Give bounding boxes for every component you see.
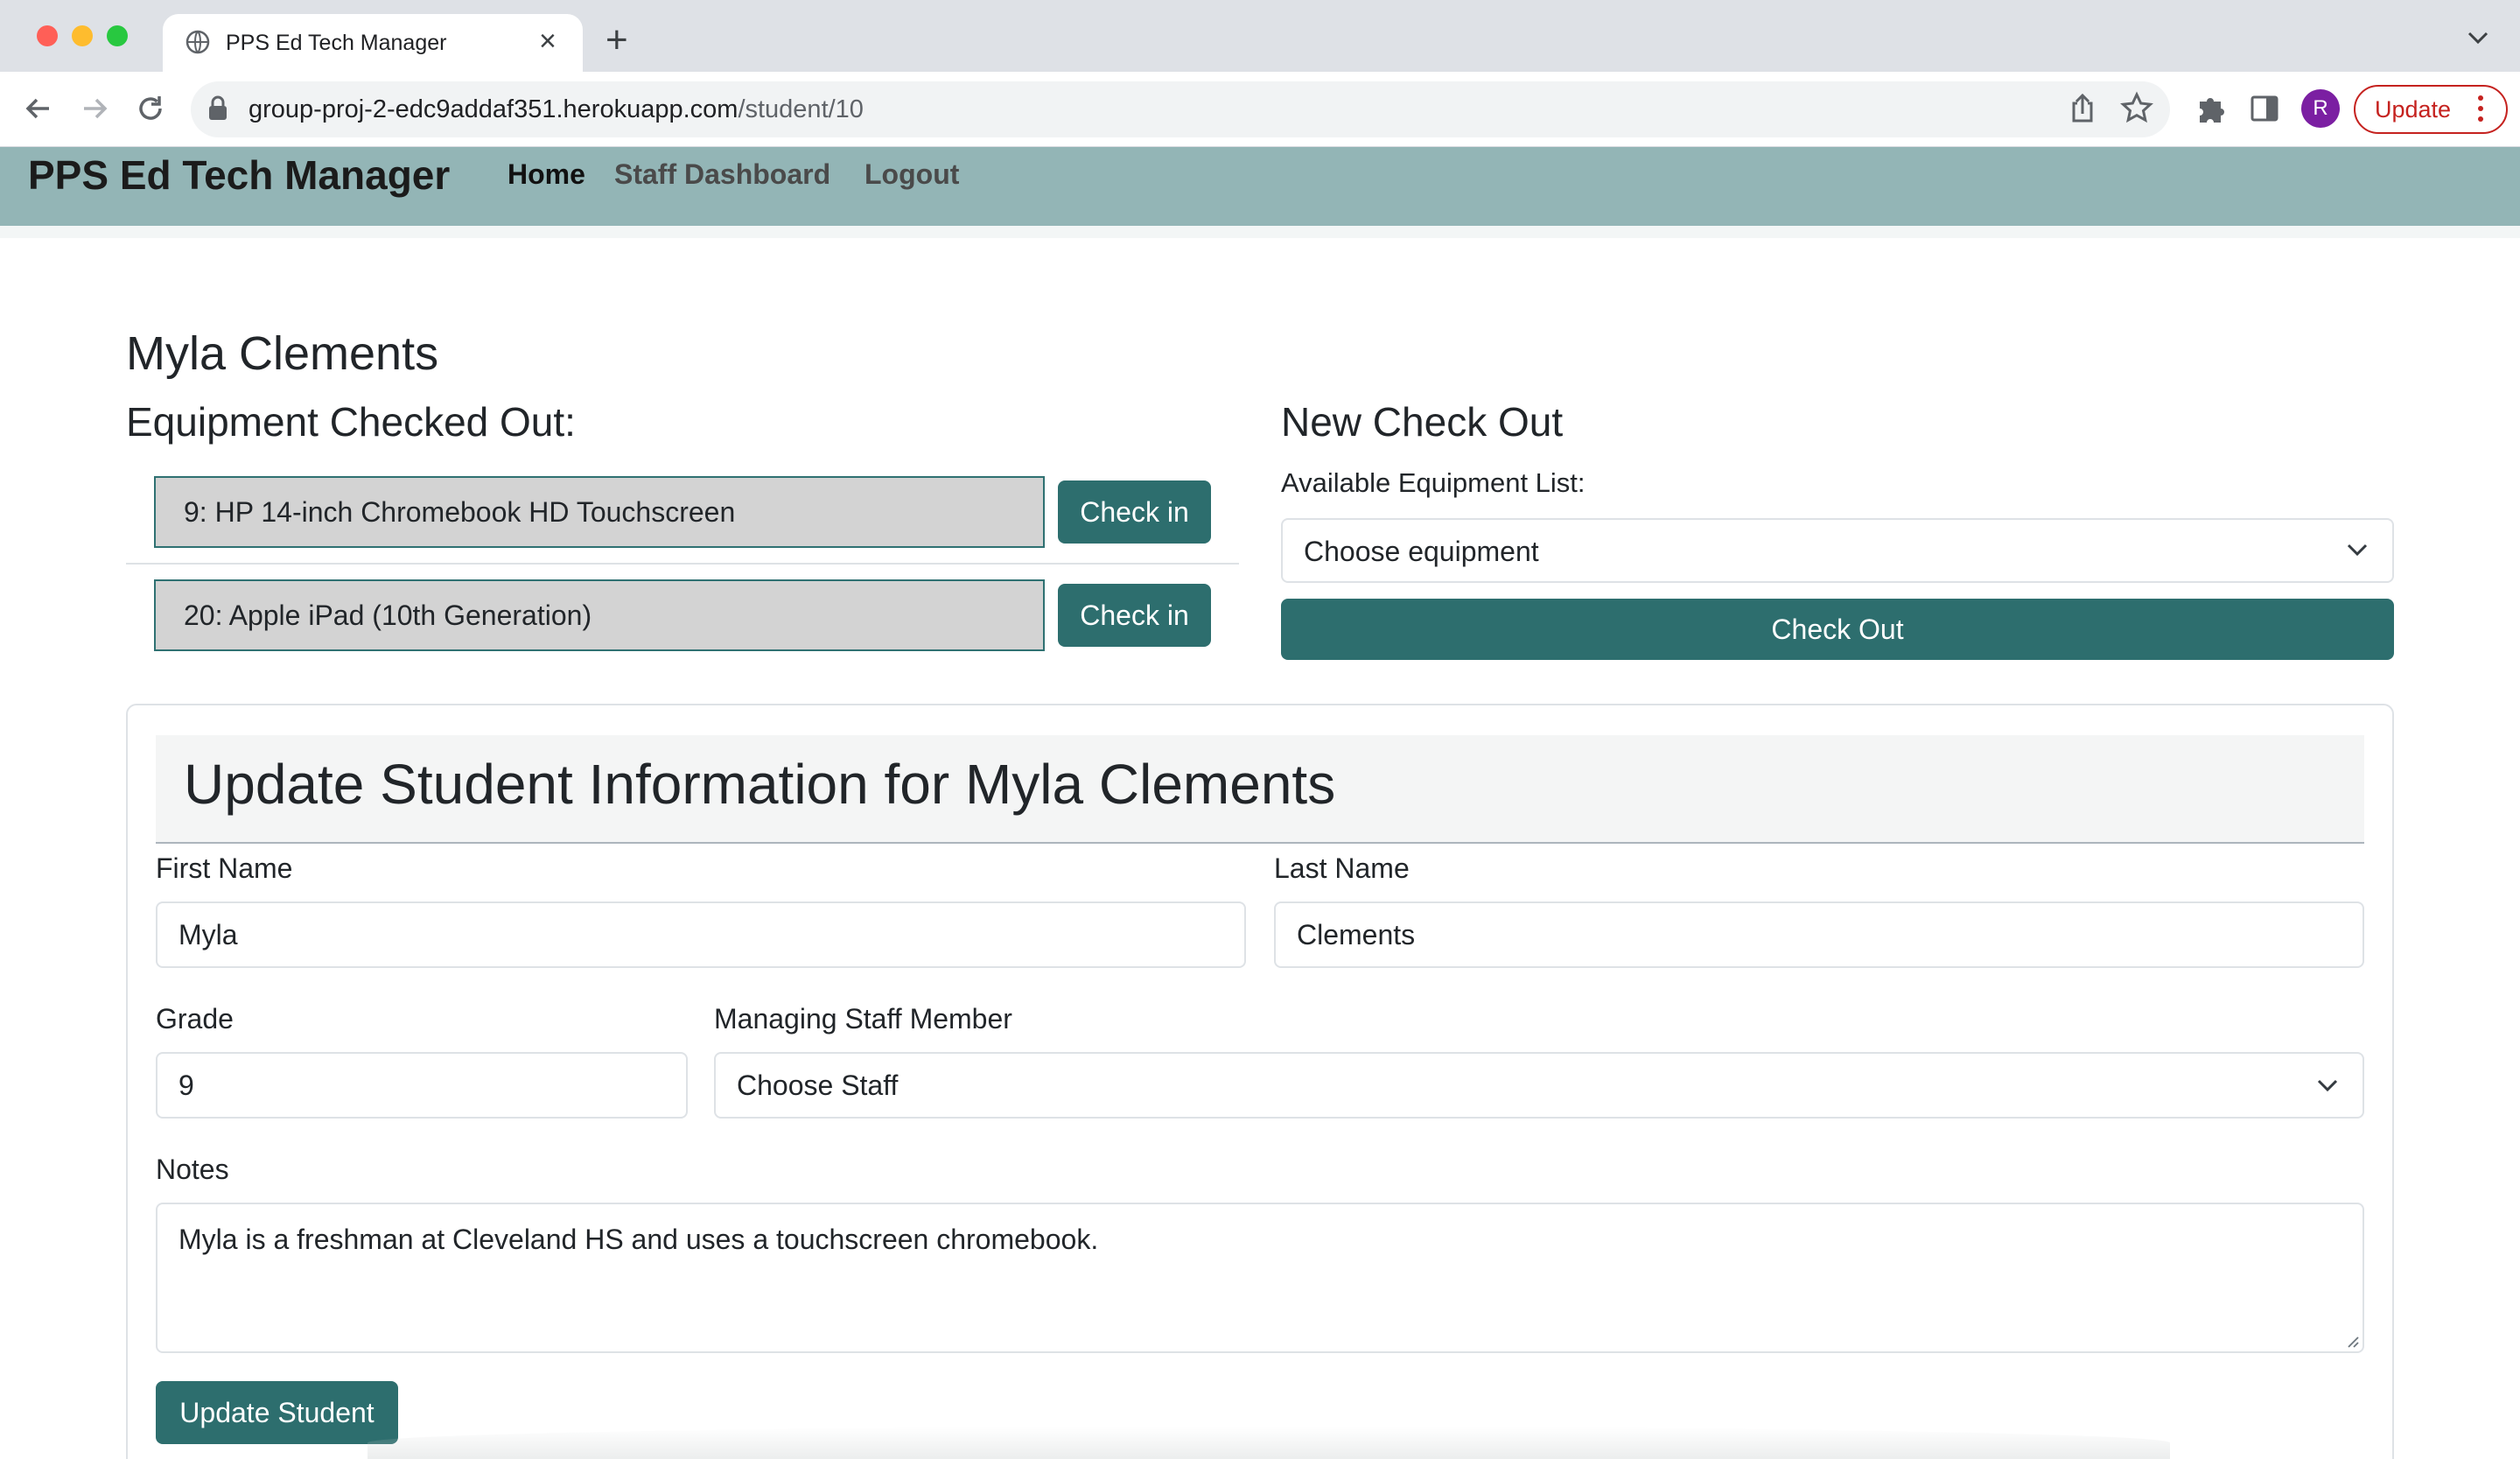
available-equipment-label: Available Equipment List: <box>1281 467 1586 498</box>
list-divider <box>126 563 1239 565</box>
side-panel-icon[interactable] <box>2249 93 2280 124</box>
last-name-input[interactable]: Clements <box>1274 901 2364 968</box>
maximize-window-light[interactable] <box>107 25 128 46</box>
student-name-heading: Myla Clements <box>126 327 439 380</box>
globe-icon <box>186 30 210 54</box>
url-text[interactable]: group-proj-2-edc9addaf351.herokuapp.com/… <box>248 95 864 124</box>
update-student-button[interactable]: Update Student <box>156 1381 398 1444</box>
brand-logo[interactable]: PPS Ed Tech Manager <box>28 151 450 200</box>
extensions-puzzle-icon[interactable] <box>2193 91 2228 126</box>
checked-out-item: 20: Apple iPad (10th Generation) <box>154 579 1045 651</box>
back-arrow-icon[interactable] <box>21 91 56 126</box>
check-out-button[interactable]: Check Out <box>1281 599 2394 660</box>
check-in-button[interactable]: Check in <box>1058 584 1211 647</box>
notes-label: Notes <box>156 1154 229 1185</box>
close-tab-icon[interactable]: × <box>539 26 556 56</box>
first-name-input[interactable]: Myla <box>156 901 1246 968</box>
nav-link-logout[interactable]: Logout <box>864 158 959 191</box>
url-host: group-proj-2-edc9addaf351.herokuapp.com <box>248 95 738 123</box>
managing-staff-label: Managing Staff Member <box>714 1003 1012 1035</box>
close-window-light[interactable] <box>37 25 58 46</box>
minimize-window-light[interactable] <box>72 25 93 46</box>
notes-textarea[interactable]: Myla is a freshman at Cleveland HS and u… <box>156 1203 2364 1353</box>
new-tab-icon[interactable]: + <box>606 19 628 61</box>
browser-update-label: Update <box>2375 96 2452 123</box>
equipment-checked-out-heading: Equipment Checked Out: <box>126 399 576 445</box>
grade-label: Grade <box>156 1003 234 1035</box>
grade-input[interactable]: 9 <box>156 1052 688 1119</box>
last-name-label: Last Name <box>1274 852 1410 884</box>
profile-avatar[interactable]: R <box>2301 89 2340 128</box>
star-icon[interactable] <box>2119 91 2154 126</box>
update-student-title: Update Student Information for Myla Clem… <box>184 753 1336 816</box>
url-path: /student/10 <box>738 95 864 123</box>
nav-link-home[interactable]: Home <box>508 158 585 191</box>
managing-staff-select[interactable]: Choose Staff <box>714 1052 2364 1119</box>
reload-icon[interactable] <box>133 91 168 126</box>
nav-link-staff-dashboard[interactable]: Staff Dashboard <box>614 158 830 191</box>
chevron-down-icon <box>2347 544 2368 557</box>
lock-icon[interactable] <box>206 95 229 123</box>
share-icon[interactable] <box>2067 93 2098 124</box>
checked-out-item: 9: HP 14-inch Chromebook HD Touchscreen <box>154 476 1045 548</box>
resize-grip-icon[interactable] <box>2345 1334 2359 1348</box>
tab-title: PPS Ed Tech Manager <box>226 31 447 55</box>
first-name-label: First Name <box>156 852 293 884</box>
navbar-shadow <box>0 226 2520 238</box>
chevron-down-icon <box>2317 1079 2338 1092</box>
new-check-out-heading: New Check Out <box>1281 399 1564 445</box>
equipment-select-value: Choose equipment <box>1304 536 1539 567</box>
chevron-down-icon[interactable] <box>2466 28 2490 47</box>
forward-arrow-icon[interactable] <box>77 91 112 126</box>
more-menu-icon[interactable] <box>2476 93 2485 124</box>
check-in-button[interactable]: Check in <box>1058 480 1211 544</box>
scroll-shadow <box>368 1427 2170 1459</box>
